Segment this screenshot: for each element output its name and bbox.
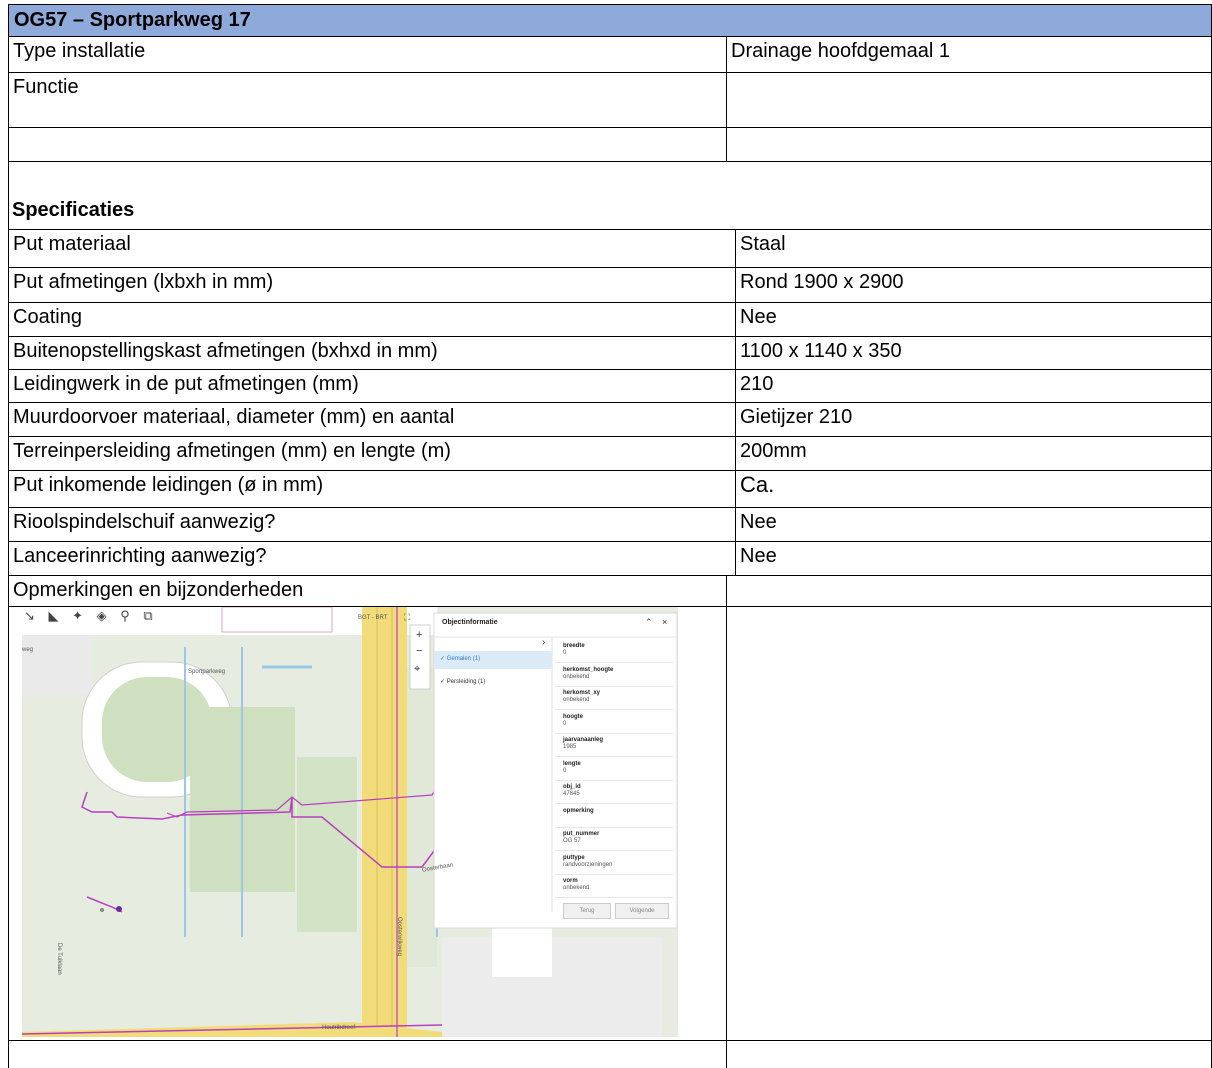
attribute-key: obj_id (563, 784, 581, 790)
spec-label: Put afmetingen (lxbxh in mm) (13, 271, 274, 293)
row-label: Type installatie (13, 40, 146, 62)
spec-value: Rond 1900 x 2900 (740, 271, 904, 293)
spec-value: Nee (740, 306, 777, 328)
attribute-divider (555, 732, 673, 734)
spec-label: Rioolspindelschuif aanwezig? (13, 511, 276, 533)
table-line (735, 229, 736, 575)
attribute-divider (555, 897, 673, 898)
street-label-bottom: Houtribdreef (322, 1025, 356, 1031)
table-line (8, 229, 1211, 230)
attribute-key: lengte (563, 760, 581, 767)
table-line (8, 4, 9, 1068)
next-button[interactable]: Volgende (615, 903, 669, 919)
attribute-value: onbekend (563, 697, 590, 703)
spec-label: Put materiaal (13, 233, 131, 255)
street-label-left: weg (22, 647, 34, 653)
spec-value: Staal (740, 233, 786, 255)
attribute-key: breedte (563, 643, 585, 649)
attribute-key: puttype (563, 854, 585, 861)
locate-icon[interactable]: ⌖ (414, 663, 420, 676)
attribute-divider (555, 850, 673, 851)
attribute-key: jaarvanaanleg (563, 737, 604, 743)
attribute-divider (555, 662, 673, 663)
close-icon[interactable]: × (662, 617, 667, 627)
attribute-divider (555, 826, 673, 828)
table-line (8, 127, 1211, 128)
row-value (727, 128, 731, 156)
map-toolbar-icons[interactable]: ↘ ◣ ✦ ◈ ⚲ ⧉ (24, 608, 158, 624)
table-line (8, 302, 1211, 303)
table-line (8, 161, 1211, 162)
spec-label: Muurdoorvoer materiaal, diameter (mm) en… (13, 406, 455, 428)
spec-label: Opmerkingen en bijzonderheden (13, 579, 304, 601)
street-label-oosterweg: Oosterwijkweg (396, 917, 402, 957)
table-line (726, 575, 727, 1068)
attribute-divider (555, 685, 673, 687)
attribute-divider (555, 756, 673, 757)
collapse-icon[interactable]: ⌃ (645, 617, 653, 628)
spec-value: 210 (740, 373, 774, 395)
layer-select[interactable]: BGT - BRT (358, 615, 387, 621)
attribute-value: onbekend (563, 885, 590, 891)
spec-value: Ca. (740, 472, 775, 497)
zoom-out-button[interactable]: − (416, 645, 422, 657)
street-label-sportparkweg: Sportparkweg (188, 669, 226, 675)
spec-label: Coating (13, 306, 82, 328)
attribute-value: 0 (563, 767, 567, 774)
list-item-persleiding[interactable]: ✓ Persleiding (1) (440, 678, 485, 685)
spec-label: Lanceerinrichting aanwezig? (13, 545, 267, 567)
spec-value (727, 576, 731, 604)
spec-value: 1100 x 1140 x 350 (740, 340, 902, 362)
spec-value: Gietijzer 210 (740, 406, 853, 428)
panel-title: Objectinformatie (442, 619, 498, 626)
document-title: OG57 – Sportparkweg 17 (14, 9, 251, 31)
table-line (8, 72, 1211, 73)
attribute-key: vorm (563, 878, 578, 884)
row-value (727, 73, 731, 101)
row-label (9, 128, 13, 156)
attribute-value: 0 (563, 720, 567, 727)
spec-value: Nee (740, 545, 777, 567)
attribute-divider (555, 779, 673, 781)
chevron-right-icon[interactable]: › (542, 637, 545, 648)
spec-label: Buitenopstellingskast afmetingen (bxhxd … (13, 340, 438, 362)
table-line (8, 4, 1211, 5)
attribute-key: hoogte (563, 713, 583, 720)
back-button[interactable]: Terug (563, 903, 611, 919)
attribute-divider (555, 709, 673, 710)
attribute-divider (555, 803, 673, 804)
specs-heading: Specificaties (12, 199, 135, 221)
table-line (8, 1040, 1211, 1041)
street-label-de-tuiklaan: De Tuiklaan (56, 943, 62, 975)
table-line (8, 36, 1211, 37)
spec-label: Terreinpersleiding afmetingen (mm) en le… (13, 440, 451, 462)
attribute-value: 1985 (563, 744, 577, 750)
row-label: Functie (13, 76, 79, 98)
fullscreen-icon[interactable]: ⛶ (404, 612, 410, 623)
list-item-gemalen[interactable]: ✓ Gemalen (1) (440, 655, 480, 662)
attribute-value: 47845 (563, 791, 580, 797)
attribute-key: opmerking (563, 807, 594, 814)
spec-label: Put inkomende leidingen (ø in mm) (13, 474, 324, 496)
attribute-value: randvoorzieningen (563, 861, 613, 868)
zoom-in-button[interactable]: + (416, 629, 422, 641)
attribute-value: onbekend (563, 673, 590, 680)
attribute-divider (555, 873, 673, 875)
table-header: OG57 – Sportparkweg 17 (8, 5, 1212, 36)
map-screenshot: ↘ ◣ ✦ ◈ ⚲ ⧉ BGT - BRT ⛶ + − ⌖ Sportparkw… (22, 607, 678, 1037)
spec-value: 200mm (740, 440, 807, 462)
spec-label: Leidingwerk in de put afmetingen (mm) (13, 373, 359, 395)
attribute-value: 0 (563, 650, 567, 656)
spec-value: Nee (740, 511, 777, 533)
attribute-key: herkomst_xy (563, 690, 601, 696)
row-value: Drainage hoofdgemaal 1 (731, 40, 951, 62)
attribute-key: put_nummer (563, 831, 600, 837)
attribute-key: herkomst_hoogte (563, 666, 614, 673)
attribute-value: OG 57 (563, 838, 581, 844)
